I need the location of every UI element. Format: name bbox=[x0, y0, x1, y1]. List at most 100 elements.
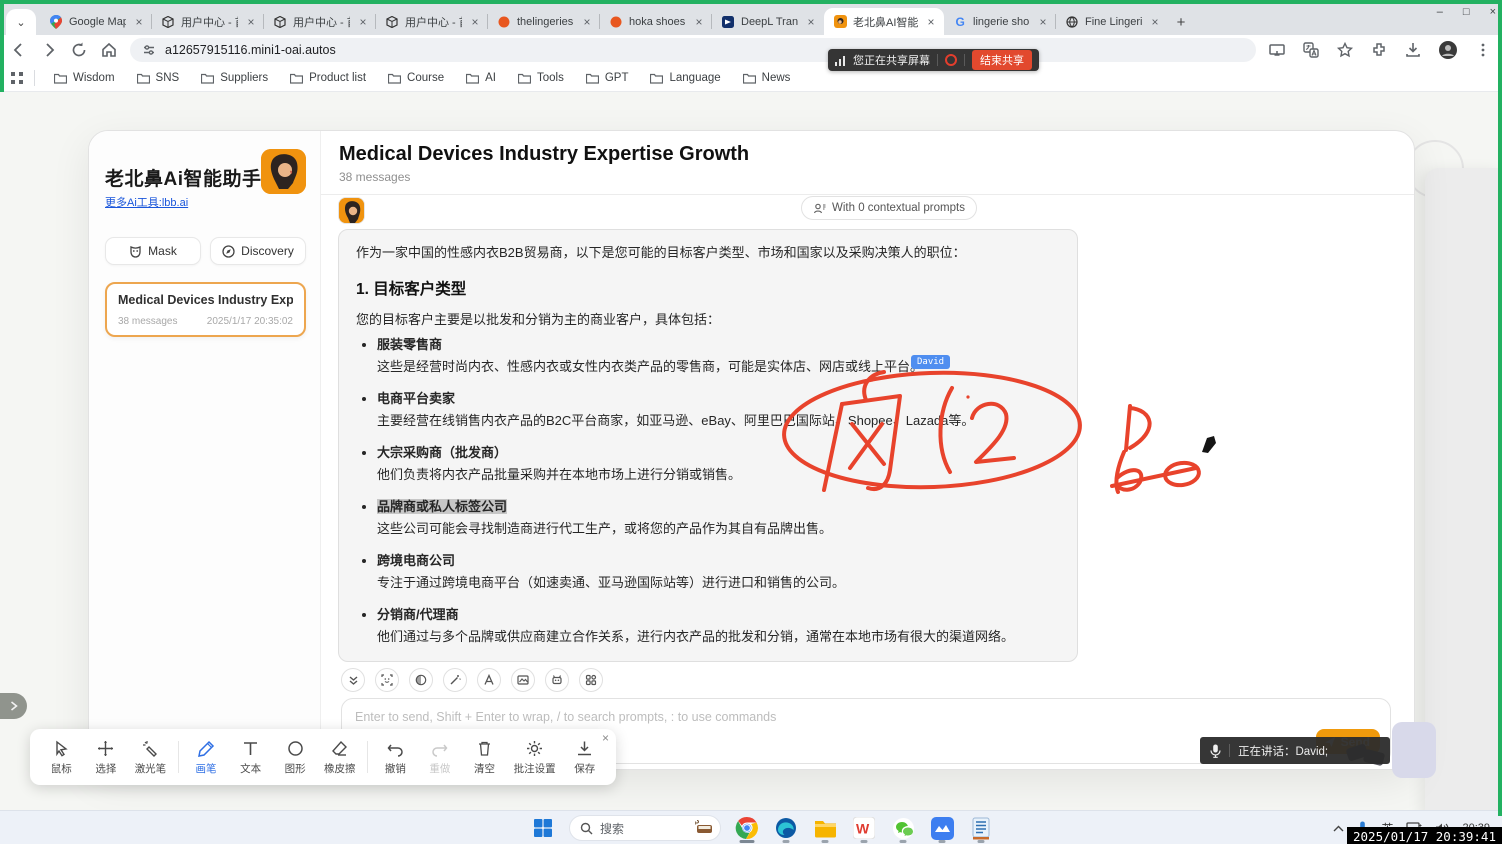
tool-label: 保存 bbox=[574, 761, 595, 776]
chat-item-title: Medical Devices Industry Exp... bbox=[118, 293, 293, 307]
mask-button-label: Mask bbox=[148, 244, 177, 258]
contextual-prompts-button[interactable]: With 0 contextual prompts bbox=[801, 196, 977, 220]
message-bullet-list: 服装零售商这些是经营时尚内衣、性感内衣或女性内衣类产品的零售商，可能是实体店、网… bbox=[377, 335, 1060, 646]
stop-share-button[interactable]: 结束共享 bbox=[972, 50, 1032, 70]
download-icon[interactable] bbox=[1404, 41, 1422, 59]
extensions-icon[interactable] bbox=[1370, 41, 1388, 59]
message-intro: 作为一家中国的性感内衣B2B贸易商，以下是您可能的目标客户类型、市场和国家以及采… bbox=[356, 243, 1060, 263]
taskbar-edge[interactable] bbox=[773, 815, 799, 841]
browser-tab[interactable]: hoka shoes: Ove × bbox=[600, 8, 712, 35]
bookmark-folder[interactable]: Suppliers bbox=[192, 69, 277, 87]
close-window-button[interactable]: × bbox=[1490, 6, 1496, 18]
robot-button[interactable] bbox=[545, 668, 569, 692]
tool-mouse[interactable]: 鼠标 bbox=[40, 739, 83, 776]
tool-text[interactable]: 文本 bbox=[229, 739, 272, 776]
screen: ⌄ Google Maps × 用户中心 - 首页 × 用户中心 - 首页 × … bbox=[0, 0, 1502, 844]
menu-kebab-icon[interactable] bbox=[1474, 41, 1492, 59]
bookmark-folder[interactable]: Tools bbox=[509, 69, 573, 87]
bookmark-folder[interactable]: Product list bbox=[281, 69, 375, 87]
mask-button[interactable]: Mask bbox=[105, 237, 201, 265]
tab-search-button[interactable]: ⌄ bbox=[6, 9, 36, 35]
scroll-to-bottom-button[interactable] bbox=[341, 668, 365, 692]
tab-close-icon[interactable]: × bbox=[804, 15, 818, 29]
bookmark-folder[interactable]: GPT bbox=[577, 69, 638, 87]
minimize-button[interactable]: – bbox=[1437, 6, 1443, 18]
tool-eraser[interactable]: 橡皮擦 bbox=[318, 739, 361, 776]
address-bar[interactable]: a12657915116.mini1-oai.autos bbox=[130, 38, 1256, 62]
tab-close-icon[interactable]: × bbox=[132, 15, 146, 29]
bookmark-folder[interactable]: AI bbox=[457, 69, 505, 87]
tab-close-icon[interactable]: × bbox=[356, 15, 370, 29]
browser-tab[interactable]: 用户中心 - 首页 × bbox=[152, 8, 264, 35]
browser-tab-active[interactable]: 老北鼻AI智能助手 × bbox=[824, 8, 944, 35]
bookmark-folder[interactable]: News bbox=[734, 69, 800, 87]
mask-face-button[interactable] bbox=[375, 668, 399, 692]
taskbar-notes[interactable] bbox=[968, 815, 994, 841]
browser-tab[interactable]: 用户中心 - 首页 × bbox=[376, 8, 488, 35]
image-button[interactable] bbox=[511, 668, 535, 692]
tab-close-icon[interactable]: × bbox=[692, 15, 706, 29]
new-tab-button[interactable]: + bbox=[1168, 9, 1194, 35]
prompt-wand-button[interactable] bbox=[443, 668, 467, 692]
search-highlight-image[interactable] bbox=[693, 819, 715, 837]
back-icon[interactable] bbox=[10, 41, 28, 59]
tool-clear[interactable]: 清空 bbox=[463, 739, 506, 776]
translate-icon[interactable] bbox=[1302, 41, 1320, 59]
browser-tab[interactable]: DeepL Translate × bbox=[712, 8, 824, 35]
browser-tab[interactable]: thelingerieshop × bbox=[488, 8, 600, 35]
browser-tab[interactable]: 用户中心 - 首页 × bbox=[264, 8, 376, 35]
maximize-button[interactable]: □ bbox=[1463, 6, 1470, 18]
panel-expand-handle[interactable] bbox=[0, 693, 27, 719]
bookmark-star-icon[interactable] bbox=[1336, 41, 1354, 59]
more-tools-link[interactable]: 更多Ai工具:lbb.ai bbox=[105, 194, 188, 210]
list-item: 电商平台卖家主要经营在线销售内衣产品的B2C平台商家，如亚马逊、eBay、阿里巴… bbox=[377, 389, 1060, 430]
bookmark-folder[interactable]: Language bbox=[641, 69, 729, 87]
tool-undo[interactable]: 撤销 bbox=[374, 739, 417, 776]
tool-settings[interactable]: 批注设置 bbox=[508, 739, 562, 776]
browser-tab[interactable]: Fine Lingerie, Sle × bbox=[1056, 8, 1168, 35]
font-size-button[interactable] bbox=[477, 668, 501, 692]
taskbar-wps[interactable]: W bbox=[851, 815, 877, 841]
toolbar-close-icon[interactable]: × bbox=[602, 732, 609, 744]
start-button[interactable] bbox=[530, 815, 556, 841]
share-frame-left bbox=[0, 0, 4, 92]
tab-close-icon[interactable]: × bbox=[580, 15, 594, 29]
reload-icon[interactable] bbox=[70, 41, 88, 59]
profile-avatar[interactable] bbox=[1438, 40, 1458, 60]
forward-icon[interactable] bbox=[40, 41, 58, 59]
tool-save[interactable]: 保存 bbox=[563, 739, 606, 776]
taskbar-wechat[interactable] bbox=[890, 815, 916, 841]
google-maps-favicon bbox=[49, 15, 63, 29]
taskbar-blue-app[interactable] bbox=[929, 815, 955, 841]
discovery-button[interactable]: Discovery bbox=[210, 237, 306, 265]
bookmark-folder[interactable]: SNS bbox=[128, 69, 189, 87]
tool-shape[interactable]: 图形 bbox=[274, 739, 317, 776]
bookmark-folder[interactable]: Course bbox=[379, 69, 453, 87]
cast-icon[interactable] bbox=[1268, 41, 1286, 59]
bookmark-folder[interactable]: Wisdom bbox=[45, 69, 124, 87]
tab-close-icon[interactable]: × bbox=[244, 15, 258, 29]
background-app-deco bbox=[1392, 722, 1436, 778]
theme-button[interactable] bbox=[409, 668, 433, 692]
tool-select[interactable]: 选择 bbox=[85, 739, 128, 776]
folder-icon bbox=[518, 73, 531, 84]
browser-tab[interactable]: G lingerie shop - G × bbox=[944, 8, 1056, 35]
tab-close-icon[interactable]: × bbox=[1148, 15, 1162, 29]
chat-title[interactable]: Medical Devices Industry Expertise Growt… bbox=[339, 143, 1396, 166]
taskbar-chrome[interactable] bbox=[734, 815, 760, 841]
site-info-icon[interactable] bbox=[142, 43, 156, 57]
chat-list-item-selected[interactable]: Medical Devices Industry Exp... 38 messa… bbox=[105, 282, 306, 337]
tool-laser[interactable]: 激光笔 bbox=[129, 739, 172, 776]
tray-chevron-icon[interactable] bbox=[1333, 825, 1344, 832]
browser-tab[interactable]: Google Maps × bbox=[40, 8, 152, 35]
tool-pen-active[interactable]: 画笔 bbox=[185, 739, 228, 776]
message-heading-2: 2. 市场和国家 bbox=[356, 661, 1060, 662]
tab-close-icon[interactable]: × bbox=[1036, 15, 1050, 29]
taskbar-explorer[interactable] bbox=[812, 815, 838, 841]
tab-close-icon[interactable]: × bbox=[924, 15, 938, 29]
apps-grid-icon[interactable] bbox=[10, 71, 24, 85]
plugins-grid-button[interactable] bbox=[579, 668, 603, 692]
home-icon[interactable] bbox=[100, 41, 118, 59]
tab-close-icon[interactable]: × bbox=[468, 15, 482, 29]
taskbar-search[interactable]: 搜索 bbox=[569, 815, 721, 841]
